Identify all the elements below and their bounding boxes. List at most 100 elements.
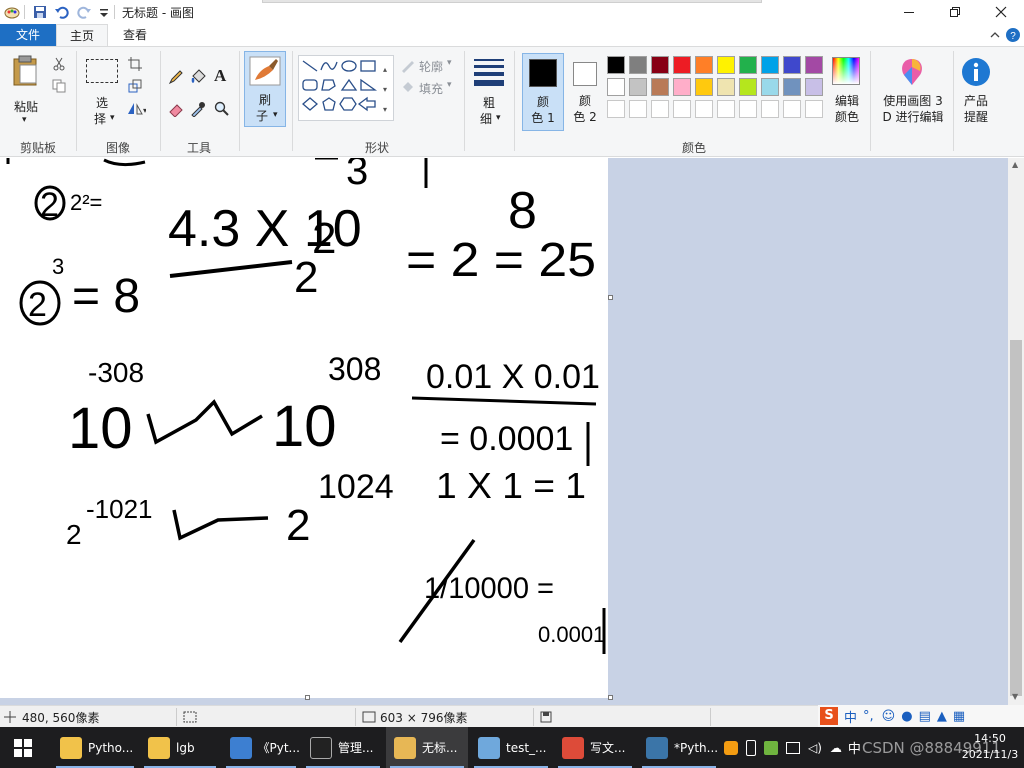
brushes-button[interactable]: 刷 子 ▾ — [244, 51, 286, 127]
undo-icon[interactable] — [54, 4, 70, 20]
eraser-icon[interactable] — [168, 101, 184, 117]
save-icon[interactable] — [32, 4, 48, 20]
custom-color-slot[interactable] — [783, 100, 801, 118]
custom-color-slot[interactable] — [695, 100, 713, 118]
text-tool-icon[interactable]: A — [214, 66, 226, 86]
toolbox-icon[interactable]: ▦ — [953, 709, 965, 724]
palette-color-swatch[interactable] — [717, 78, 735, 96]
close-button[interactable] — [978, 0, 1024, 24]
keyboard-icon[interactable]: ▤ — [919, 709, 931, 724]
palette-color-swatch[interactable] — [717, 56, 735, 74]
ime-indicator[interactable]: 中 — [848, 738, 861, 757]
copy-icon[interactable] — [52, 79, 66, 93]
taskbar-item[interactable]: 《Pyt... — [222, 727, 300, 768]
drawing-canvas[interactable]: 2 2²= 4.3 X 10 2 2 3 8 = 2 = 25 2 3 = 8 … — [0, 149, 608, 698]
palette-color-swatch[interactable] — [805, 78, 823, 96]
rotate-icon[interactable]: ▾ — [126, 101, 146, 115]
skin-icon[interactable]: ▲ — [937, 709, 947, 724]
custom-color-slot[interactable] — [739, 100, 757, 118]
edit-with-paint3d-button[interactable]: 使用画图 3 D 进行编辑 — [876, 53, 950, 131]
palette-color-swatch[interactable] — [695, 56, 713, 74]
network-icon[interactable] — [786, 741, 800, 754]
crop-icon[interactable] — [128, 57, 142, 71]
palette-color-swatch[interactable] — [783, 56, 801, 74]
taskbar-item[interactable]: Pytho... — [52, 727, 138, 768]
resize-handle-bottom[interactable] — [305, 695, 310, 700]
tab-file[interactable]: 文件 — [0, 24, 56, 46]
custom-color-slot[interactable] — [761, 100, 779, 118]
outline-button[interactable]: 轮廓 — [419, 58, 443, 75]
palette-color-swatch[interactable] — [739, 56, 757, 74]
resize-handle-right[interactable] — [608, 295, 613, 300]
taskbar-item[interactable]: 无标... — [386, 727, 468, 768]
custom-color-slot[interactable] — [805, 100, 823, 118]
scroll-down-icon[interactable]: ▼ — [1012, 692, 1018, 701]
tray-app-icon[interactable] — [724, 740, 738, 755]
custom-color-slot[interactable] — [673, 100, 691, 118]
resize-icon[interactable] — [128, 79, 142, 93]
minimize-button[interactable] — [886, 0, 932, 24]
volume-icon[interactable]: ◁) — [808, 741, 822, 755]
tab-home[interactable]: 主页 — [56, 24, 108, 46]
custom-color-slot[interactable] — [629, 100, 647, 118]
palette-color-swatch[interactable] — [629, 78, 647, 96]
paste-button[interactable]: 粘贴 ▾ — [6, 53, 46, 131]
fill-bucket-icon[interactable] — [190, 69, 206, 85]
collapse-ribbon-icon[interactable] — [989, 29, 1001, 41]
palette-color-swatch[interactable] — [783, 78, 801, 96]
palette-color-swatch[interactable] — [805, 56, 823, 74]
select-button[interactable]: 选 择 ▾ — [84, 55, 120, 133]
color1-button[interactable]: 颜 色 1 — [522, 53, 564, 131]
windows-start-icon[interactable] — [14, 739, 32, 757]
cloud-icon[interactable]: ☁ — [830, 741, 842, 755]
scroll-up-icon[interactable]: ▲ — [1012, 160, 1018, 169]
custom-color-slot[interactable] — [717, 100, 735, 118]
custom-color-slot[interactable] — [651, 100, 669, 118]
restore-button[interactable] — [932, 0, 978, 24]
magnifier-icon[interactable] — [214, 101, 230, 117]
palette-color-swatch[interactable] — [673, 78, 691, 96]
punctuation-icon[interactable]: °, — [863, 709, 874, 724]
palette-color-swatch[interactable] — [761, 56, 779, 74]
tray-app-icon[interactable] — [764, 740, 778, 755]
shapes-scroll-icon[interactable]: ▴ ▾ ▾ — [383, 60, 387, 120]
palette-color-swatch[interactable] — [695, 78, 713, 96]
customize-quick-access-icon[interactable] — [96, 4, 112, 20]
cut-icon[interactable] — [52, 57, 66, 71]
palette-color-swatch[interactable] — [629, 56, 647, 74]
usb-icon[interactable] — [746, 739, 756, 756]
palette-color-swatch[interactable] — [673, 56, 691, 74]
redo-icon[interactable] — [76, 4, 92, 20]
fill-button[interactable]: 填充 — [419, 80, 443, 97]
taskbar-item[interactable]: *Pyth... — [638, 727, 720, 768]
edit-colors-button[interactable]: 编辑 颜色 — [829, 53, 865, 131]
microphone-icon[interactable]: ● — [901, 709, 912, 724]
palette-color-swatch[interactable] — [651, 78, 669, 96]
palette-color-swatch[interactable] — [761, 78, 779, 96]
emoji-icon[interactable]: ☺ — [882, 709, 896, 724]
product-alert-button[interactable]: 产品 提醒 — [956, 53, 996, 131]
palette-color-swatch[interactable] — [607, 78, 625, 96]
palette-color-swatch[interactable] — [607, 56, 625, 74]
palette-color-swatch[interactable] — [739, 78, 757, 96]
shapes-gallery[interactable]: ▴ ▾ ▾ — [298, 55, 394, 121]
help-icon[interactable]: ? — [1005, 27, 1021, 43]
tab-view[interactable]: 查看 — [110, 24, 160, 46]
fill-icon[interactable] — [400, 81, 416, 95]
color-picker-icon[interactable] — [190, 101, 206, 117]
resize-handle-corner[interactable] — [608, 695, 613, 700]
outline-icon[interactable] — [400, 59, 416, 73]
color2-button[interactable]: 颜 色 2 — [566, 53, 606, 131]
taskbar-item[interactable]: 写文... — [554, 727, 636, 768]
ime-mode[interactable]: 中 — [844, 707, 857, 726]
taskbar-item[interactable]: lgb — [140, 727, 220, 768]
scrollbar-thumb[interactable] — [1010, 340, 1022, 696]
custom-color-slot[interactable] — [607, 100, 625, 118]
size-button[interactable]: 粗 细 ▾ — [470, 53, 508, 131]
palette-color-swatch[interactable] — [651, 56, 669, 74]
pencil-icon[interactable] — [168, 69, 184, 85]
taskbar-item[interactable]: 管理... — [302, 727, 384, 768]
taskbar-item[interactable]: test_... — [470, 727, 552, 768]
vertical-scrollbar[interactable]: ▲ ▼ — [1008, 158, 1024, 705]
sogou-s-icon[interactable]: S — [820, 707, 838, 725]
